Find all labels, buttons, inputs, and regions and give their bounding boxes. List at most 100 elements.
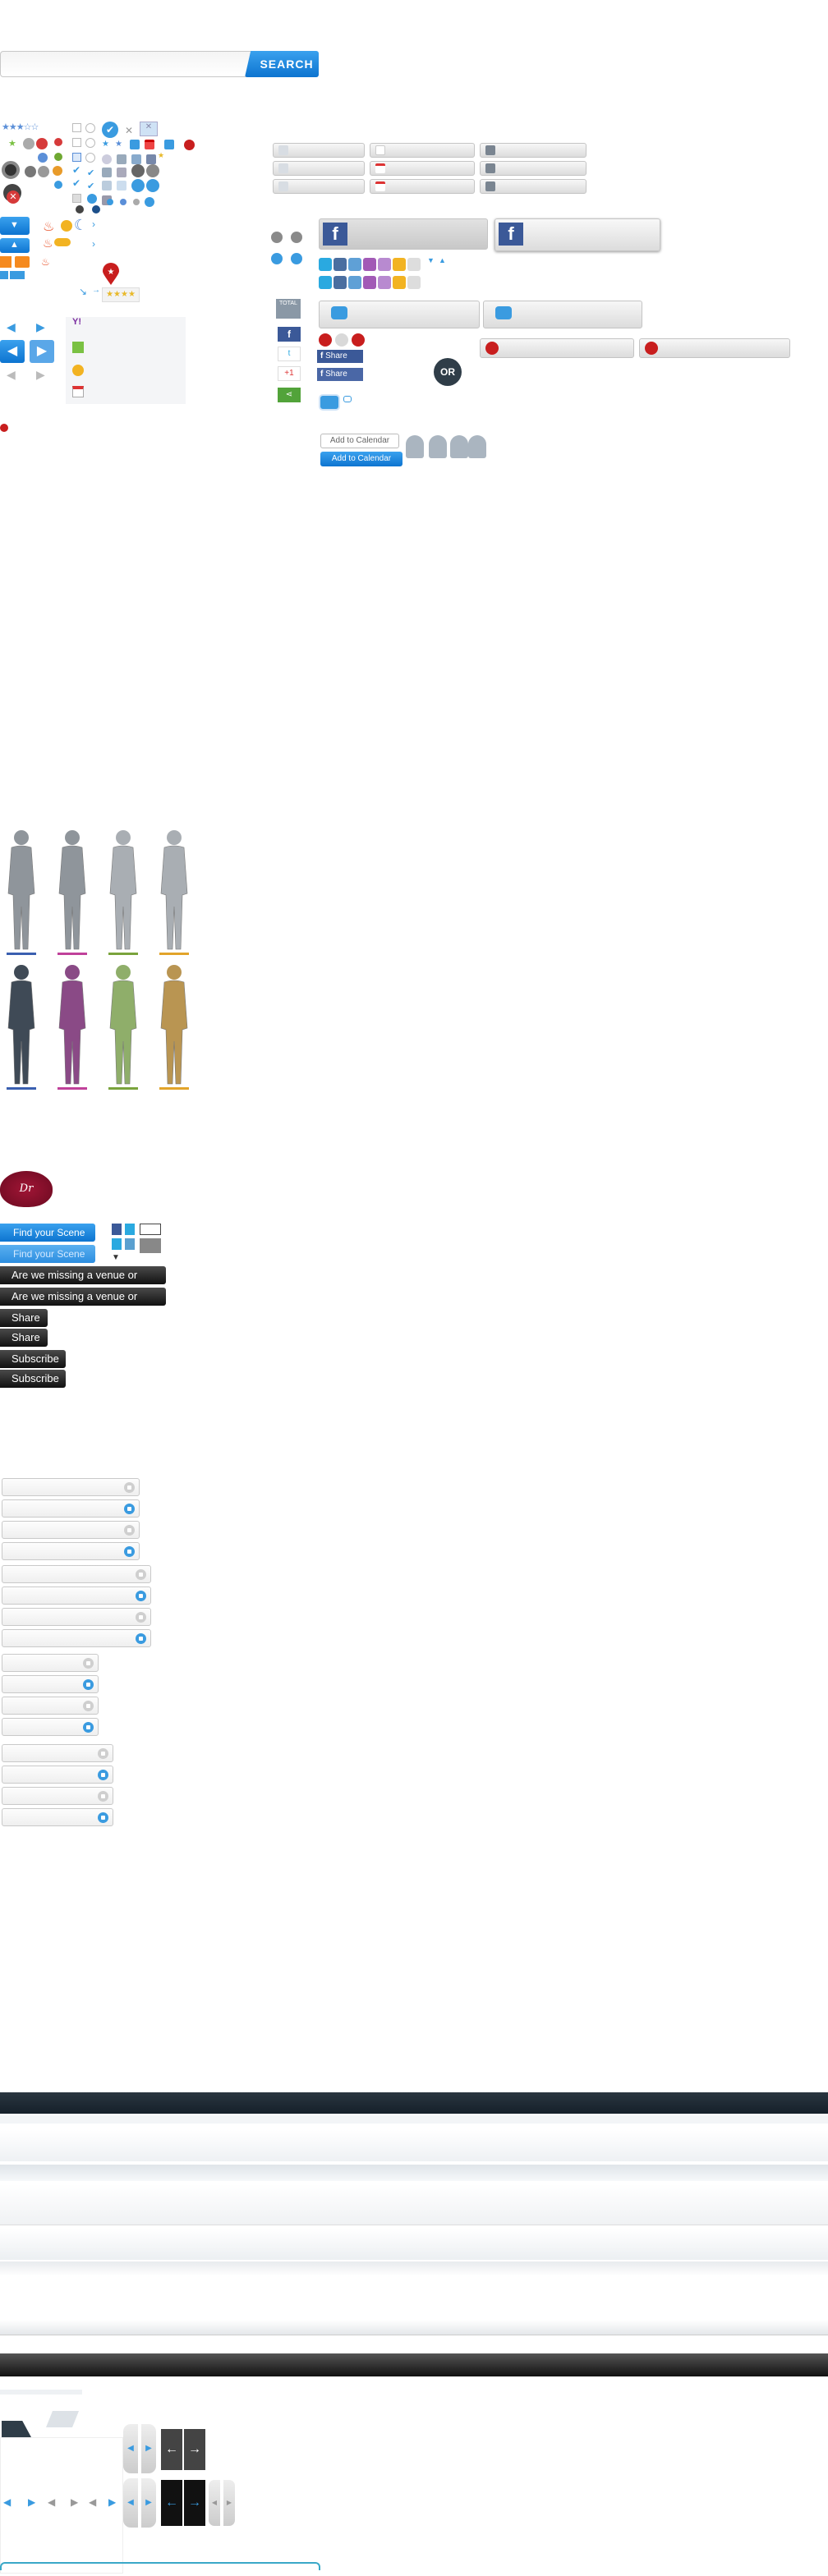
light-tab[interactable]: [46, 2411, 79, 2427]
arrow-left-button[interactable]: ←: [161, 2429, 182, 2470]
speech-bubble-icon[interactable]: [343, 396, 352, 402]
arrow-left-icon[interactable]: ◀: [7, 320, 16, 334]
close-box-icon[interactable]: ✕: [140, 122, 158, 136]
select-field[interactable]: [2, 1697, 99, 1715]
twitter-icon[interactable]: t: [278, 347, 301, 361]
arrow-right-button[interactable]: ▶: [141, 2424, 156, 2473]
twitter-icon[interactable]: [112, 1238, 122, 1250]
arrow-right-icon[interactable]: ▶: [36, 320, 45, 334]
arrow-left-button[interactable]: ◀: [0, 340, 25, 363]
select-field[interactable]: [2, 1586, 151, 1605]
people-icon[interactable]: [407, 258, 421, 271]
list-icon[interactable]: [117, 154, 126, 164]
radio-icon[interactable]: [85, 138, 95, 148]
next-icon[interactable]: [291, 253, 302, 264]
arrow-left-icon[interactable]: ◀: [89, 2496, 96, 2508]
arrow-left-button[interactable]: ◀: [123, 2478, 138, 2528]
chevron-down-icon[interactable]: ▼: [427, 256, 435, 264]
video-icon[interactable]: [15, 256, 30, 268]
google-plus-one-icon[interactable]: +1: [278, 366, 301, 381]
select-field[interactable]: [2, 1629, 151, 1647]
yahoo-icon[interactable]: [378, 258, 391, 271]
arrow-left-button-active[interactable]: ←: [161, 2480, 182, 2526]
arrow-left-icon[interactable]: ◀: [7, 368, 16, 382]
digg-icon[interactable]: [363, 276, 376, 289]
search-button[interactable]: SEARCH: [245, 51, 319, 77]
comment-button[interactable]: [319, 301, 480, 328]
share-button-hover[interactable]: Share: [0, 1329, 48, 1347]
google-icon[interactable]: [72, 342, 84, 353]
facebook-share-button[interactable]: f: [319, 218, 488, 250]
play-icon[interactable]: [164, 140, 174, 149]
select-field[interactable]: [2, 1787, 113, 1805]
missing-venue-button-hover[interactable]: Are we missing a venue or event?: [0, 1288, 166, 1320]
person-icon[interactable]: [140, 1238, 161, 1253]
select-field[interactable]: [2, 1808, 113, 1826]
favorite-button[interactable]: [480, 338, 634, 358]
checkbox-icon[interactable]: [72, 123, 81, 132]
outlook-icon[interactable]: [72, 365, 84, 376]
favorite-button[interactable]: [639, 338, 790, 358]
delicious-icon[interactable]: [348, 276, 361, 289]
speech-bubble-icon[interactable]: [319, 394, 340, 411]
chevron-down-icon[interactable]: ▼: [112, 1253, 120, 1262]
close-icon[interactable]: ✕: [125, 125, 133, 136]
email-button[interactable]: [273, 161, 365, 176]
google-plus-icon[interactable]: [334, 258, 347, 271]
checkbox-icon[interactable]: [72, 153, 81, 162]
arrow-left-button[interactable]: ◀: [209, 2480, 220, 2526]
arrow-right-icon[interactable]: ▶: [108, 2496, 116, 2508]
facebook-icon[interactable]: [112, 1224, 122, 1235]
gear-icon[interactable]: [25, 166, 36, 177]
messenger-icon[interactable]: [393, 258, 406, 271]
select-field[interactable]: [2, 1565, 151, 1583]
print-button[interactable]: [480, 179, 586, 194]
select-field[interactable]: [2, 1718, 99, 1736]
twitter-icon[interactable]: [125, 1224, 135, 1235]
close-icon[interactable]: [23, 138, 34, 149]
share-icon[interactable]: ⋖: [278, 388, 301, 402]
arrow-right-icon[interactable]: ▶: [36, 368, 45, 382]
print-button[interactable]: [480, 143, 586, 158]
twitter-icon[interactable]: [319, 276, 332, 289]
digg-icon[interactable]: [363, 258, 376, 271]
arrow-right-button[interactable]: ▶: [141, 2478, 156, 2528]
messenger-icon[interactable]: [393, 276, 406, 289]
arrow-left-button[interactable]: ◀: [123, 2424, 138, 2473]
chevron-right-icon[interactable]: ›: [92, 238, 95, 250]
select-field[interactable]: [2, 1542, 140, 1560]
checkbox-icon[interactable]: [72, 194, 81, 203]
arrow-right-button[interactable]: ▶: [223, 2480, 235, 2526]
select-field[interactable]: [2, 1744, 113, 1762]
eye-icon[interactable]: [102, 154, 112, 164]
close-icon[interactable]: [184, 140, 195, 150]
comment-button[interactable]: [483, 301, 642, 328]
arrow-right-button-active[interactable]: →: [184, 2480, 205, 2526]
prev-icon[interactable]: [271, 232, 283, 243]
calendar-icon[interactable]: [72, 386, 84, 397]
select-field[interactable]: [2, 1766, 113, 1784]
arrow-left-icon[interactable]: ◀: [48, 2496, 55, 2508]
select-field[interactable]: [2, 1654, 99, 1672]
print-button[interactable]: [480, 161, 586, 176]
find-scene-button[interactable]: Find your Scene: [0, 1224, 95, 1242]
settings-icon[interactable]: [146, 164, 159, 177]
twitter-icon[interactable]: [125, 1238, 135, 1250]
prev-icon[interactable]: [271, 253, 283, 264]
help-icon[interactable]: [38, 153, 48, 163]
missing-venue-button[interactable]: Are we missing a venue or event?: [0, 1266, 166, 1299]
subscribe-button-hover[interactable]: Subscribe: [0, 1370, 66, 1388]
email-button[interactable]: [273, 143, 365, 158]
radio-icon[interactable]: [85, 153, 95, 163]
find-scene-button-hover[interactable]: Find your Scene: [0, 1245, 95, 1263]
checkbox-icon[interactable]: [72, 138, 81, 147]
google-plus-icon[interactable]: [334, 276, 347, 289]
plus-icon[interactable]: [131, 179, 145, 192]
close-icon[interactable]: [36, 138, 48, 149]
email-icon[interactable]: [140, 1224, 161, 1235]
calendar-button[interactable]: [370, 179, 475, 194]
radio-icon[interactable]: [85, 123, 95, 133]
arrow-left-icon[interactable]: ◀: [3, 2496, 11, 2508]
arrow-right-icon[interactable]: ▶: [28, 2496, 35, 2508]
chevron-up-icon[interactable]: ▲: [439, 256, 446, 264]
